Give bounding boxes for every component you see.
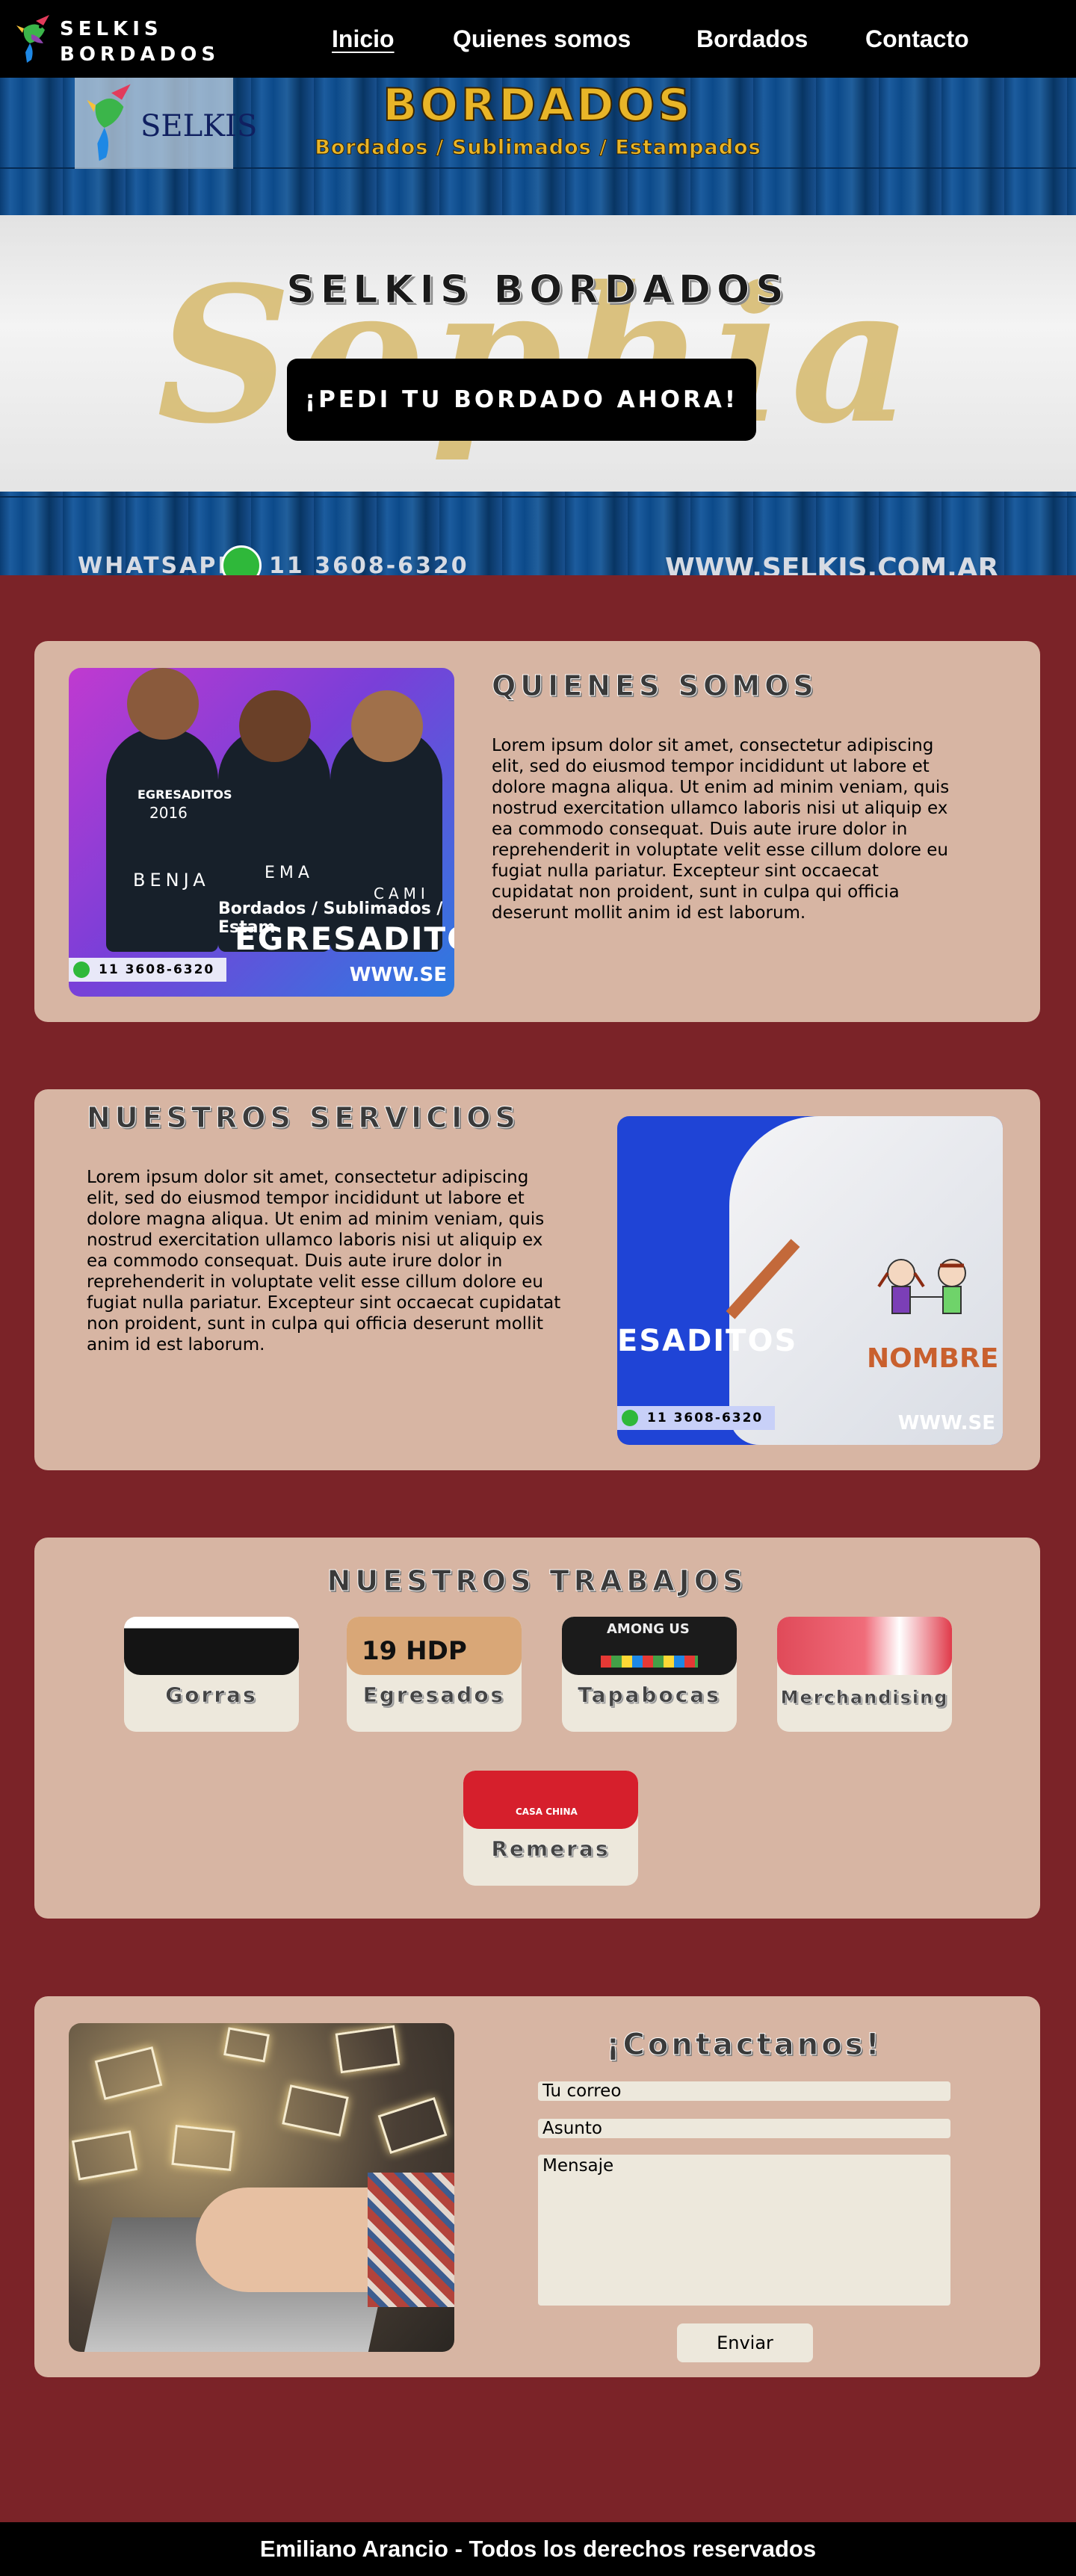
about-section: EGRESADITOS 2016 BENJA EMA CAMI Bordados… (34, 641, 1040, 1022)
hero-brand-subtitle: Bordados / Sublimados / Estampados (315, 136, 761, 160)
about-title: QUIENES SOMOS (492, 669, 818, 703)
order-embroidery-button[interactable]: ¡PEDI TU BORDADO AHORA! (287, 359, 756, 441)
subject-field[interactable] (538, 2119, 950, 2138)
photo-web-text: WWW.SE (897, 1412, 995, 1434)
photo-big-text: ESADITOS (617, 1324, 798, 1358)
shirt-text: EGRESADITOS (137, 787, 232, 802)
photo-big-text: EGRESADITO (235, 920, 454, 957)
band-overlay (0, 215, 1076, 492)
photo-web-text: WWW.SE (349, 964, 447, 986)
work-tile-egresados[interactable]: 19 HDP Egresados (347, 1617, 522, 1732)
work-tile-label: Gorras (165, 1682, 258, 1708)
works-section: NUESTROS TRABAJOS Gorras 19 HDP Egresado… (34, 1538, 1040, 1919)
plaid-sleeve-image (368, 2173, 454, 2307)
graduates-image-text: 19 HDP (362, 1636, 467, 1666)
envelope-icon (223, 2027, 270, 2063)
shirt-text: EMA (265, 864, 314, 882)
graduates-image: 19 HDP (347, 1617, 522, 1675)
envelope-icon (335, 2025, 401, 2074)
whatsapp-icon[interactable] (221, 545, 262, 575)
embroidery-band: Sophia (0, 215, 1076, 492)
footer-text: Emiliano Arancio - Todos los derechos re… (259, 2536, 817, 2562)
hero-title: SELKIS BORDADOS (286, 267, 790, 313)
services-text: Lorem ipsum dolor sit amet, consectetur … (87, 1168, 561, 1354)
work-tile-gorras[interactable]: Gorras (124, 1617, 299, 1732)
brand-line-2: BORDADOS (60, 43, 220, 66)
work-tile-remeras[interactable]: CASA CHINA Remeras (463, 1771, 638, 1886)
phone-tag: 11 3608-6320 (69, 958, 227, 982)
nav-item-quienes-somos[interactable]: Quienes somos (453, 22, 631, 55)
hero-brand-title: BORDADOS (382, 78, 693, 132)
works-title: NUESTROS TRABAJOS (327, 1564, 748, 1598)
send-button[interactable]: Enviar (677, 2323, 813, 2362)
envelope-icon (377, 2096, 448, 2155)
envelope-icon (94, 2046, 163, 2100)
message-field[interactable] (538, 2155, 950, 2306)
work-tile-tapabocas[interactable]: AMONG US Tapabocas (562, 1617, 737, 1732)
merch-image (777, 1617, 952, 1675)
envelope-icon (71, 2130, 138, 2181)
email-field[interactable] (538, 2081, 950, 2101)
about-text: Lorem ipsum dolor sit amet, consectetur … (492, 736, 950, 923)
brand-name[interactable]: SELKIS BORDADOS (60, 16, 220, 67)
footer: Emiliano Arancio - Todos los derechos re… (0, 2522, 1076, 2576)
nav-item-inicio[interactable]: Inicio (332, 22, 395, 55)
shirt-text: BENJA (133, 870, 210, 891)
kid-head (351, 690, 423, 762)
cap-image (124, 1617, 299, 1675)
contact-photo (69, 2023, 454, 2352)
top-navbar: SELKIS BORDADOS Inicio Quienes somos Bor… (0, 0, 1076, 78)
hummingbird-icon[interactable] (13, 13, 58, 64)
contact-title: ¡Contactanos! (606, 2028, 882, 2063)
hero-banner: SELKIS BORDADOS Bordados / Sublimados / … (0, 78, 1076, 575)
kid-head (127, 668, 199, 740)
tshirt-image-text: CASA CHINA (516, 1806, 578, 1817)
work-tile-label: Remeras (491, 1836, 610, 1862)
work-tile-label: Merchandising (780, 1687, 949, 1709)
photo-name-text: NOMBRE (867, 1343, 999, 1374)
nav-item-contacto[interactable]: Contacto (865, 22, 969, 55)
tshirt-image: CASA CHINA (463, 1771, 638, 1829)
kids-drawing-icon (877, 1259, 966, 1314)
about-photo: EGRESADITOS 2016 BENJA EMA CAMI Bordados… (69, 668, 454, 997)
whatsapp-label: WHATSAPP (78, 553, 237, 575)
phone-tag: 11 3608-6320 (617, 1406, 776, 1430)
brand-line-1: SELKIS (60, 18, 163, 40)
masks-image: AMONG US (562, 1617, 737, 1675)
kid-figure (106, 728, 218, 952)
services-photo: ESADITOS NOMBRE 11 3608-6320 WWW.SE (617, 1116, 1003, 1445)
work-tile-merchandising[interactable]: Merchandising (777, 1617, 952, 1732)
work-tile-label: Egresados (362, 1682, 506, 1708)
masks-characters (601, 1656, 698, 1668)
work-tile-label: Tapabocas (578, 1682, 721, 1708)
nav-item-bordados[interactable]: Bordados (696, 22, 808, 55)
whatsapp-number[interactable]: 11 3608-6320 (269, 553, 469, 575)
kid-head (239, 690, 311, 762)
website-url[interactable]: WWW.SELKIS.COM.AR (665, 553, 998, 575)
masks-image-text: AMONG US (607, 1621, 690, 1637)
services-title: NUESTROS SERVICIOS (87, 1101, 520, 1135)
shirt-text: 2016 (149, 804, 188, 822)
envelope-icon (282, 2084, 349, 2137)
wood-plank-divider (0, 496, 1076, 498)
services-section: NUESTROS SERVICIOS Lorem ipsum dolor sit… (34, 1089, 1040, 1470)
envelope-icon (171, 2124, 235, 2172)
